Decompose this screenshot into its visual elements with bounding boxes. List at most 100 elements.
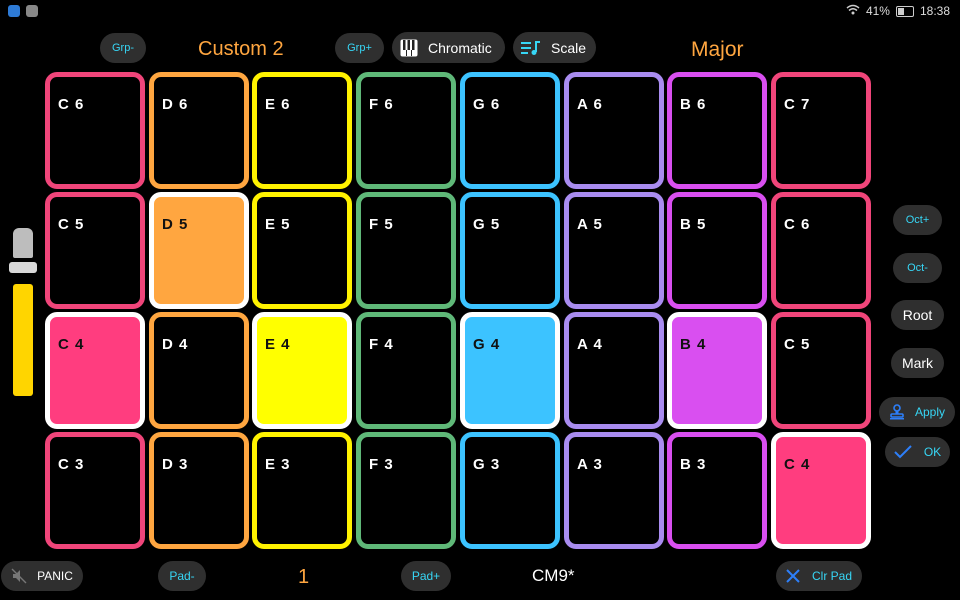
ok-button[interactable]: OK <box>885 437 950 467</box>
wifi-icon <box>846 4 860 18</box>
pad-label: G 5 <box>473 216 501 233</box>
pad-label: C 5 <box>58 216 85 233</box>
pad-a5[interactable]: A 5 <box>564 192 664 309</box>
chromatic-button[interactable]: Chromatic <box>392 32 505 63</box>
apply-label: Apply <box>914 405 946 419</box>
apply-button[interactable]: Apply <box>879 397 955 427</box>
pad-label: E 5 <box>265 216 291 233</box>
pad-label: C 5 <box>784 336 811 353</box>
volume-slider-fill[interactable] <box>13 284 33 396</box>
pad-b4[interactable]: B 4 <box>667 312 767 429</box>
pad-label: F 6 <box>369 96 394 113</box>
pad-label: B 3 <box>680 456 707 473</box>
scale-name: Major <box>691 38 744 61</box>
root-button[interactable]: Root <box>891 300 944 330</box>
pad-g4[interactable]: G 4 <box>460 312 560 429</box>
pad-c6[interactable]: C 6 <box>45 72 145 189</box>
pad-label: F 4 <box>369 336 394 353</box>
pad-d3[interactable]: D 3 <box>149 432 249 549</box>
group-name: Custom 2 <box>198 38 284 60</box>
pad-c4[interactable]: C 4 <box>771 432 871 549</box>
pad-label: G 3 <box>473 456 501 473</box>
pad-prev-button[interactable]: Pad- <box>158 561 206 591</box>
group-next-button[interactable]: Grp+ <box>335 33 384 63</box>
pad-label: A 6 <box>577 96 603 113</box>
pad-label: D 3 <box>162 456 189 473</box>
clear-pad-label: Clr Pad <box>811 569 852 583</box>
octave-down-button[interactable]: Oct- <box>893 253 942 283</box>
octave-up-button[interactable]: Oct+ <box>893 205 942 235</box>
pad-d5[interactable]: D 5 <box>149 192 249 309</box>
speaker-muted-icon <box>11 568 27 584</box>
pad-c5[interactable]: C 5 <box>45 192 145 309</box>
pad-label: B 4 <box>680 336 707 353</box>
clock: 18:38 <box>919 4 950 18</box>
volume-slider-thumb[interactable] <box>9 262 37 273</box>
pad-label: E 3 <box>265 456 291 473</box>
pad-d4[interactable]: D 4 <box>149 312 249 429</box>
pad-f4[interactable]: F 4 <box>356 312 456 429</box>
pad-label: C 6 <box>58 96 85 113</box>
piano-icon <box>400 39 418 57</box>
pad-b6[interactable]: B 6 <box>667 72 767 189</box>
pad-label: G 6 <box>473 96 501 113</box>
pad-e6[interactable]: E 6 <box>252 72 352 189</box>
status-bar: 41% 18:38 <box>0 0 960 24</box>
scale-button[interactable]: Scale <box>513 32 596 63</box>
close-icon <box>786 569 800 583</box>
ok-label: OK <box>923 445 942 459</box>
pad-e4[interactable]: E 4 <box>252 312 352 429</box>
pad-e5[interactable]: E 5 <box>252 192 352 309</box>
scale-label: Scale <box>551 39 587 56</box>
panic-button[interactable]: PANIC <box>1 561 83 591</box>
panic-label: PANIC <box>37 569 73 583</box>
pad-a6[interactable]: A 6 <box>564 72 664 189</box>
pad-label: G 4 <box>473 336 501 353</box>
battery-percent: 41% <box>865 4 890 18</box>
pad-g6[interactable]: G 6 <box>460 72 560 189</box>
pad-f3[interactable]: F 3 <box>356 432 456 549</box>
pad-c3[interactable]: C 3 <box>45 432 145 549</box>
group-prev-button[interactable]: Grp- <box>100 33 146 63</box>
check-icon <box>894 445 912 459</box>
pad-label: C 4 <box>58 336 85 353</box>
battery-icon <box>895 5 914 17</box>
pad-label: B 5 <box>680 216 707 233</box>
pad-b3[interactable]: B 3 <box>667 432 767 549</box>
pad-c7[interactable]: C 7 <box>771 72 871 189</box>
pad-number: 1 <box>298 566 310 588</box>
pad-e3[interactable]: E 3 <box>252 432 352 549</box>
pad-c4[interactable]: C 4 <box>45 312 145 429</box>
pad-f5[interactable]: F 5 <box>356 192 456 309</box>
pad-label: A 5 <box>577 216 603 233</box>
status-icons-right: 41% 18:38 <box>846 4 950 18</box>
pad-label: E 4 <box>265 336 291 353</box>
pad-b5[interactable]: B 5 <box>667 192 767 309</box>
pad-a4[interactable]: A 4 <box>564 312 664 429</box>
pad-label: C 4 <box>784 456 811 473</box>
shield-icon <box>8 5 20 17</box>
pad-label: C 6 <box>784 216 811 233</box>
chord-name: CM9* <box>532 566 575 585</box>
pad-label: D 5 <box>162 216 189 233</box>
pad-f6[interactable]: F 6 <box>356 72 456 189</box>
music-list-icon <box>521 40 541 56</box>
pad-label: A 4 <box>577 336 603 353</box>
clear-pad-button[interactable]: Clr Pad <box>776 561 862 591</box>
pad-c6[interactable]: C 6 <box>771 192 871 309</box>
pad-a3[interactable]: A 3 <box>564 432 664 549</box>
stamp-icon <box>889 404 905 420</box>
pad-label: A 3 <box>577 456 603 473</box>
pad-label: D 4 <box>162 336 189 353</box>
status-icons-left <box>8 5 38 17</box>
pad-d6[interactable]: D 6 <box>149 72 249 189</box>
mark-button[interactable]: Mark <box>891 348 944 378</box>
app-notification-icon <box>26 5 38 17</box>
pad-g3[interactable]: G 3 <box>460 432 560 549</box>
volume-slider-cap[interactable] <box>13 228 33 258</box>
pad-c5[interactable]: C 5 <box>771 312 871 429</box>
pad-label: F 5 <box>369 216 394 233</box>
pad-g5[interactable]: G 5 <box>460 192 560 309</box>
pad-next-button[interactable]: Pad+ <box>401 561 451 591</box>
pad-label: E 6 <box>265 96 291 113</box>
